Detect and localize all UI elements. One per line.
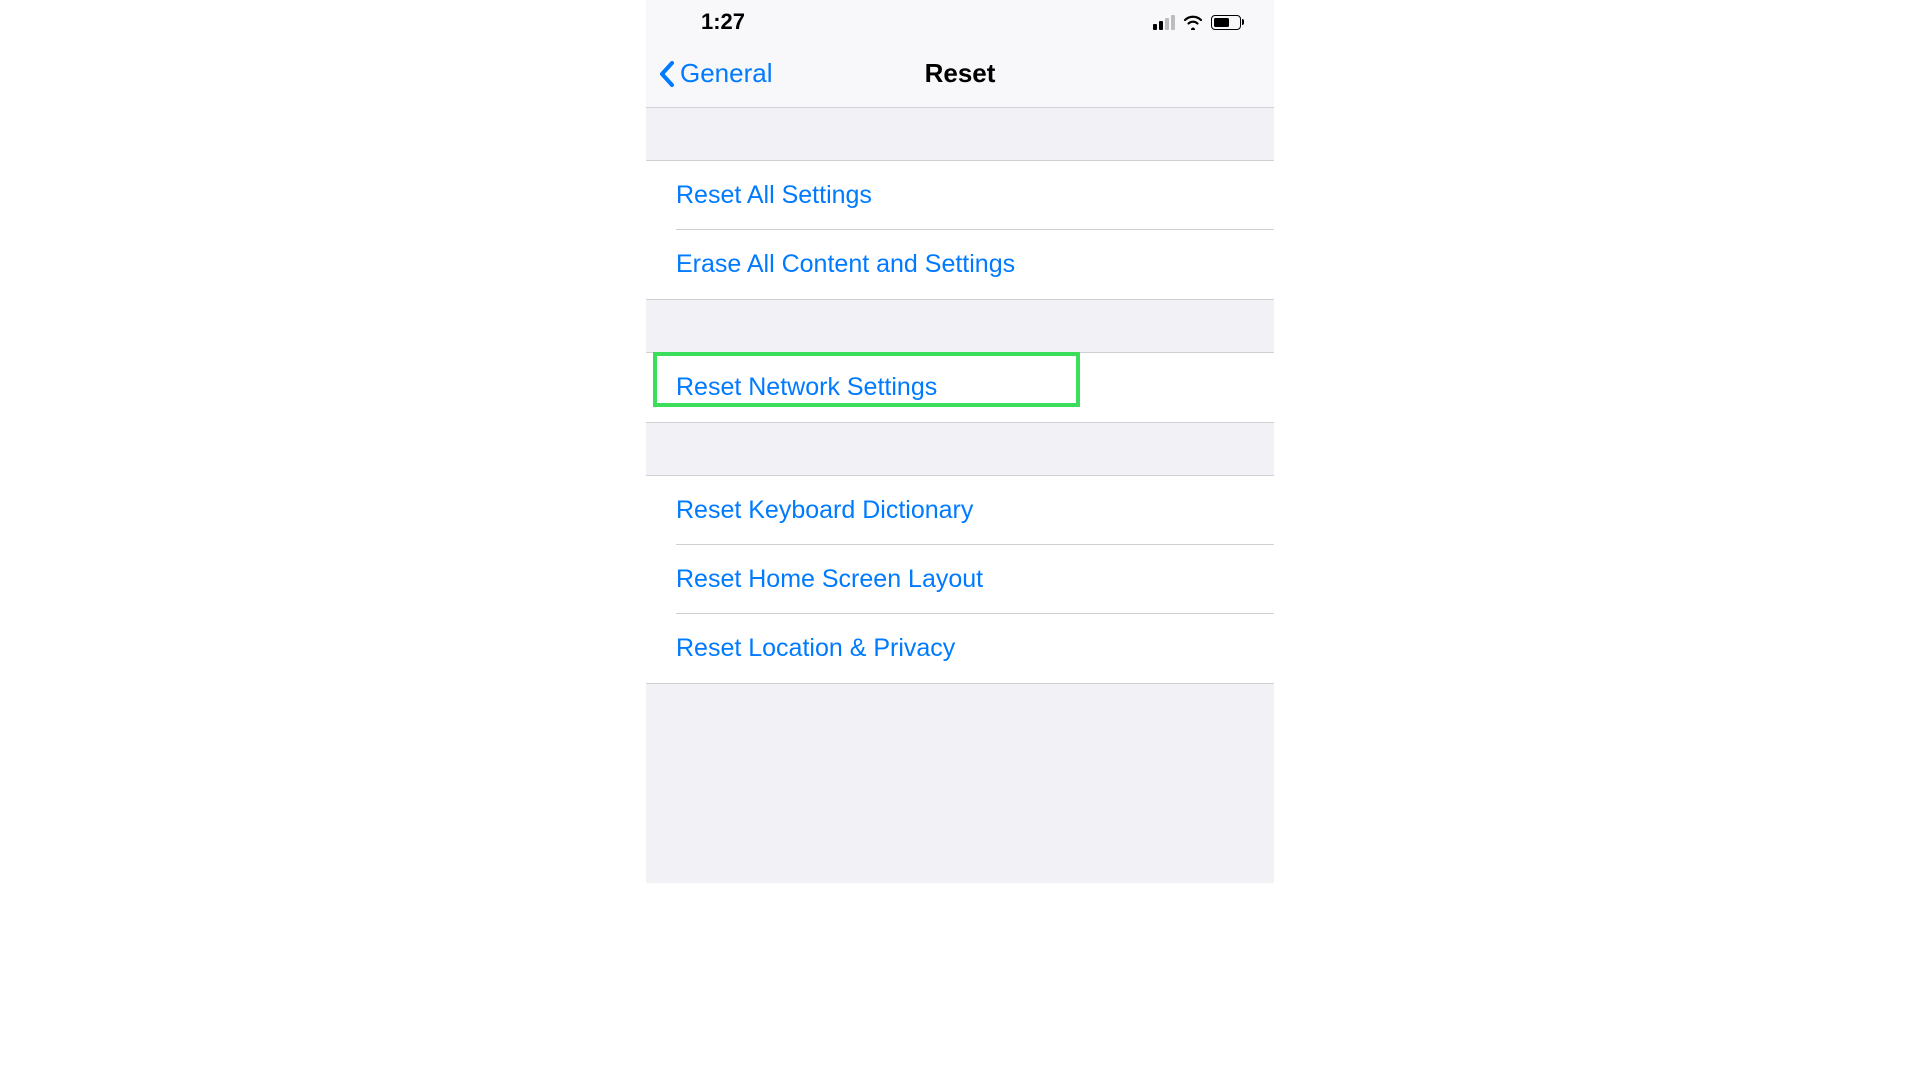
status-icons (1153, 14, 1245, 30)
chevron-left-icon (658, 60, 676, 88)
menu-item-label: Reset All Settings (676, 181, 872, 209)
back-button[interactable]: General (658, 58, 773, 89)
cellular-signal-icon (1153, 15, 1175, 30)
menu-item-label: Reset Keyboard Dictionary (676, 496, 973, 524)
navigation-bar: General Reset (646, 40, 1274, 108)
section-gap (646, 108, 1274, 161)
menu-item-label: Reset Home Screen Layout (676, 565, 983, 593)
status-bar: 1:27 (646, 0, 1274, 40)
menu-item-reset-location-privacy[interactable]: Reset Location & Privacy (646, 614, 1274, 683)
page-title: Reset (925, 58, 996, 89)
section-gap (646, 422, 1274, 476)
back-label: General (680, 58, 773, 89)
menu-item-label: Erase All Content and Settings (676, 250, 1015, 278)
menu-item-label: Reset Location & Privacy (676, 634, 955, 662)
menu-item-reset-keyboard-dictionary[interactable]: Reset Keyboard Dictionary (646, 476, 1274, 545)
status-time: 1:27 (701, 9, 745, 35)
menu-item-reset-home-screen-layout[interactable]: Reset Home Screen Layout (646, 545, 1274, 614)
section-gap (646, 683, 1274, 883)
battery-icon (1211, 15, 1245, 30)
menu-item-reset-network-settings[interactable]: Reset Network Settings (646, 353, 1274, 422)
menu-item-reset-all-settings[interactable]: Reset All Settings (646, 161, 1274, 230)
phone-screen: 1:27 General Rese (646, 0, 1274, 883)
menu-item-label: Reset Network Settings (676, 373, 937, 401)
wifi-icon (1182, 14, 1204, 30)
menu-item-erase-all-content[interactable]: Erase All Content and Settings (646, 230, 1274, 299)
section-gap (646, 299, 1274, 353)
